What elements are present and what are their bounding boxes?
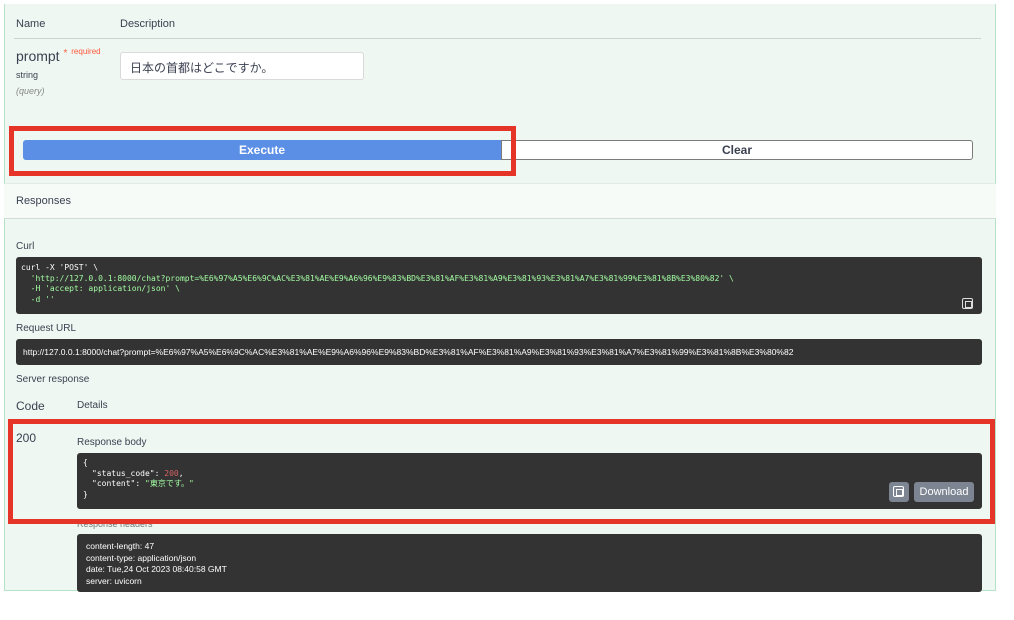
json-line: "status_code": 200, [92,468,184,478]
curl-line: curl -X 'POST' \ [21,263,99,272]
json-line: "content": "東京です。" [92,479,194,488]
header-line: date: Tue,24 Oct 2023 08:40:58 GMT [86,564,227,574]
response-body: { "status_code": 200, "content": "東京です。"… [77,453,982,509]
code-header: Code [16,399,45,413]
prompt-input[interactable]: 日本の首都はどこですか。 [120,52,364,80]
response-body-label: Response body [77,437,147,448]
curl-line: -d '' [21,294,55,304]
curl-block: curl -X 'POST' \ 'http://127.0.0.1:8000/… [16,257,982,314]
required-star: * [63,48,68,59]
request-url-label: Request URL [16,323,77,334]
responses-bar [4,183,996,219]
param-type: string [16,70,39,80]
copy-response-button[interactable] [889,482,909,502]
curl-label: Curl [16,241,35,252]
curl-line: 'http://127.0.0.1:8000/chat?prompt=%E6%9… [21,273,734,283]
clear-button[interactable]: Clear [501,140,973,160]
json-open: { [83,458,88,467]
response-headers: content-length: 47 content-type: applica… [77,534,982,592]
request-url: http://127.0.0.1:8000/chat?prompt=%E6%97… [16,339,982,365]
header-line: content-type: application/json [86,552,197,563]
json-close: } [83,489,88,499]
curl-line: -H 'accept: application/json' \ [21,284,180,293]
description-column-header: Description [120,18,176,30]
param-location: (query) [16,86,45,96]
required-label: required [71,47,101,56]
header-line: server: uvicorn [86,575,142,586]
status-code: 200 [16,431,37,445]
execute-button[interactable]: Execute [23,140,501,160]
name-column-header: Name [16,18,46,30]
copy-icon [893,486,904,497]
download-button[interactable]: Download [914,482,974,502]
param-name: prompt * required [16,47,101,64]
copy-icon[interactable] [962,298,973,309]
server-response-label: Server response [16,374,90,385]
responses-title: Responses [16,195,72,207]
header-divider [14,38,981,39]
param-name-text: prompt [16,48,60,64]
details-header: Details [77,400,108,411]
header-line: content-length: 47 [86,541,155,551]
